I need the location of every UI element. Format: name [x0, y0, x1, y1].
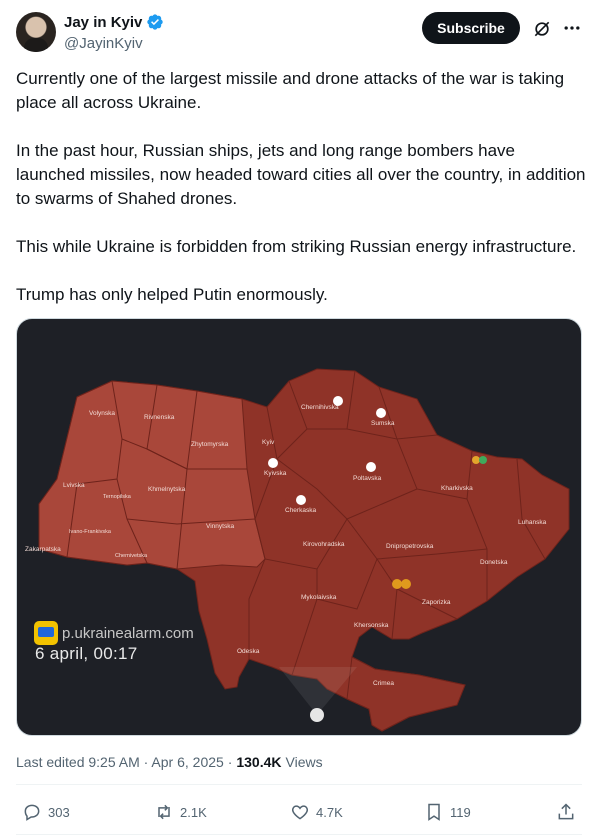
- region-label-crimea: Crimea: [373, 680, 394, 687]
- bottom-divider: [16, 834, 582, 835]
- region-label-zaporizka: Zaporizka: [422, 599, 451, 606]
- crimea-region: [346, 656, 466, 732]
- divider: [16, 784, 582, 785]
- ship-icon: [310, 708, 324, 722]
- region-label-sumska: Sumska: [371, 420, 395, 427]
- region-label-ternopilska: Ternopilska: [103, 494, 131, 500]
- repost-icon: [158, 804, 170, 820]
- missile-marker: [268, 458, 278, 468]
- region-label-khersonska: Khersonska: [354, 622, 389, 629]
- missile-marker: [296, 495, 306, 505]
- region-label-dnipropetrovska: Dnipropetrovska: [386, 543, 434, 550]
- post-paragraph: Trump has only helped Putin enormously.: [16, 285, 328, 304]
- region-label-lvivska: Lvivska: [63, 482, 85, 489]
- ukraine-map: [38, 368, 570, 732]
- repost-count: 2.1K: [180, 804, 207, 820]
- bookmark-icon: [428, 803, 440, 821]
- author-handle[interactable]: @JayinKyiv: [64, 35, 143, 52]
- subscribe-button[interactable]: Subscribe: [422, 12, 520, 44]
- region-label-rivnenska: Rivnenska: [144, 414, 175, 421]
- author-display-name[interactable]: Jay in Kyiv: [64, 14, 142, 31]
- region-label-kyivska: Kyivska: [264, 470, 287, 477]
- missile-marker: [376, 408, 386, 418]
- repost-button[interactable]: 2.1K: [154, 802, 207, 822]
- region-label-kharkivska: Kharkivska: [441, 485, 473, 492]
- reply-button[interactable]: 303: [22, 802, 70, 822]
- views-label: Views: [285, 754, 323, 770]
- bookmark-button[interactable]: 119: [424, 802, 471, 822]
- region-label-zakarpatska: Zakarpatska: [25, 546, 61, 553]
- share-button[interactable]: [556, 802, 576, 822]
- like-button[interactable]: 4.7K: [290, 802, 343, 822]
- share-icon: [558, 803, 574, 820]
- verified-badge-icon: [147, 14, 164, 30]
- post-paragraph: This while Ukraine is forbidden from str…: [16, 237, 577, 256]
- heart-icon: [291, 805, 309, 820]
- missile-marker: [366, 462, 376, 472]
- edited-timestamp[interactable]: Last edited 9:25 AM · Apr 6, 2025 ·: [16, 754, 232, 770]
- drone-marker: [472, 456, 480, 464]
- post-meta: Last edited 9:25 AM · Apr 6, 2025 · 130.…: [16, 754, 323, 770]
- west-region-overlay: [38, 380, 266, 570]
- drone-marker: [401, 579, 411, 589]
- region-label-vinnytska: Vinnytska: [206, 523, 235, 530]
- reply-count: 303: [48, 804, 70, 820]
- drone-marker: [479, 456, 487, 464]
- region-label-chernivetska: Chernivetska: [115, 553, 148, 559]
- reply-icon: [24, 804, 40, 821]
- alert-map-image[interactable]: Volynska Rivnenska Zhytomyrska Kyiv Kyiv…: [16, 318, 582, 736]
- grok-icon[interactable]: [532, 19, 552, 39]
- region-label-volynska: Volynska: [89, 410, 116, 417]
- region-label-zhytomyrska: Zhytomyrska: [191, 441, 229, 448]
- like-count: 4.7K: [316, 804, 343, 820]
- views-count: 130.4K: [236, 754, 282, 770]
- region-label-poltavska: Poltavska: [353, 475, 382, 482]
- region-label-ivano-frankivska: Ivano-Frankivska: [69, 529, 111, 535]
- region-label-donetska: Donetska: [480, 559, 508, 566]
- post-text: Currently one of the largest missile and…: [16, 67, 586, 331]
- post-paragraph: Currently one of the largest missile and…: [16, 69, 565, 112]
- media-site-url: p.ukrainealarm.com: [62, 625, 194, 642]
- region-label-kirovohradska: Kirovohradska: [303, 541, 345, 548]
- region-label-luhanska: Luhanska: [518, 519, 547, 526]
- more-icon[interactable]: [562, 18, 582, 38]
- media-date-time: 6 april, 00:17: [35, 644, 138, 663]
- region-label-mykolaivska: Mykolaivska: [301, 594, 337, 601]
- post-paragraph: In the past hour, Russian ships, jets an…: [16, 141, 586, 208]
- drone-marker: [392, 579, 402, 589]
- author-avatar[interactable]: [16, 12, 56, 52]
- region-label-cherkaska: Cherkaska: [285, 507, 317, 514]
- action-bar: 303 2.1K 4.7K 119: [0, 798, 598, 828]
- region-label-khmelnytska: Khmelnytska: [148, 486, 186, 493]
- bookmark-count: 119: [450, 804, 471, 820]
- region-label-odeska: Odeska: [237, 648, 260, 655]
- ukraine-alarm-logo: [34, 621, 58, 645]
- region-label-chernihivska: Chernihivska: [301, 404, 339, 411]
- author-name-row: Jay in Kyiv: [64, 13, 164, 31]
- region-label-kyiv: Kyiv: [262, 439, 275, 446]
